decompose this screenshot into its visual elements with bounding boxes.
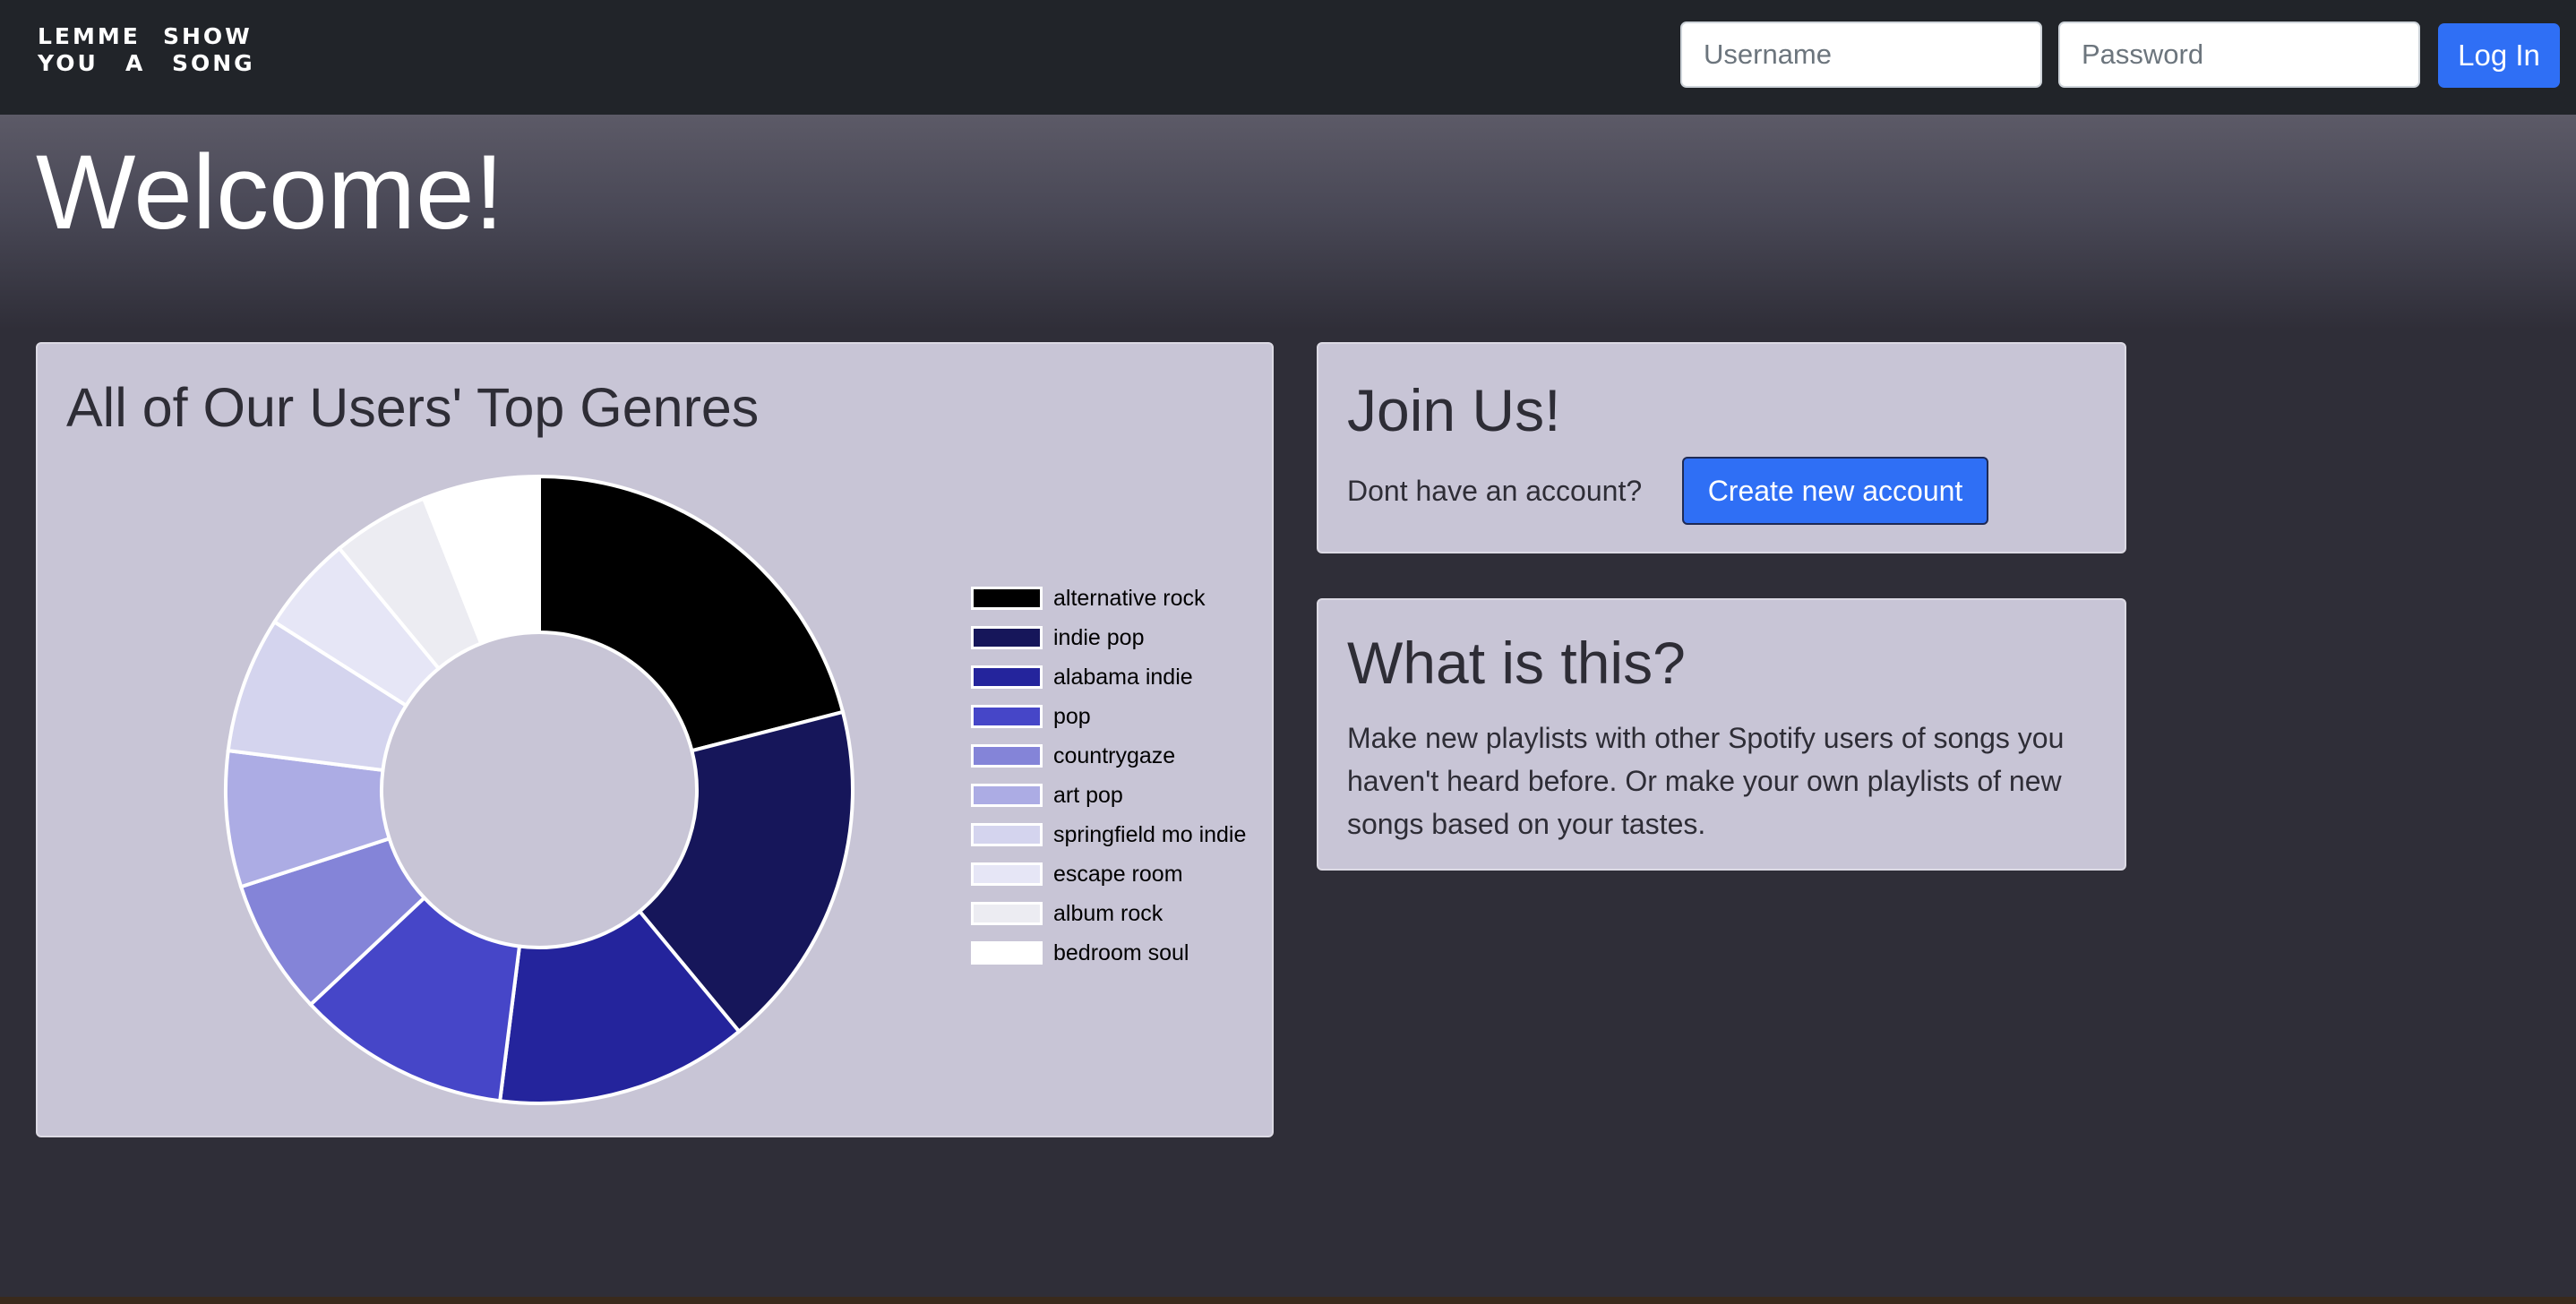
legend-swatch: [971, 902, 1043, 925]
brand-logo[interactable]: LEMME SHOW YOU A SONG: [38, 23, 255, 77]
join-card: Join Us! Dont have an account? Create ne…: [1317, 342, 2126, 553]
password-input[interactable]: [2058, 21, 2420, 88]
legend-item[interactable]: alabama indie: [971, 657, 1246, 697]
create-account-button[interactable]: Create new account: [1682, 457, 1988, 525]
legend-label: indie pop: [1053, 624, 1145, 650]
legend-label: alternative rock: [1053, 585, 1206, 611]
about-card-title: What is this?: [1347, 630, 1686, 696]
brand-word: SHOW: [163, 23, 253, 49]
chart-legend: alternative rock indie pop alabama indie po…: [971, 579, 1246, 973]
legend-swatch: [971, 784, 1043, 807]
legend-swatch: [971, 587, 1043, 610]
legend-swatch: [971, 705, 1043, 728]
join-card-title: Join Us!: [1347, 377, 1561, 443]
legend-item[interactable]: springfield mo indie: [971, 815, 1246, 854]
join-card-text: Dont have an account?: [1347, 475, 1643, 507]
genres-card: All of Our Users' Top Genres alternative…: [36, 342, 1274, 1137]
genres-card-title: All of Our Users' Top Genres: [66, 377, 760, 438]
legend-label: bedroom soul: [1053, 939, 1189, 965]
page-title: Welcome!: [36, 133, 504, 252]
legend-swatch: [971, 665, 1043, 689]
genres-donut-chart: [224, 474, 854, 1105]
brand-word: LEMME: [38, 23, 141, 49]
legend-item[interactable]: album rock: [971, 894, 1246, 933]
bottom-edge: [0, 1297, 2576, 1304]
legend-swatch: [971, 823, 1043, 846]
legend-label: springfield mo indie: [1053, 821, 1247, 847]
legend-swatch: [971, 862, 1043, 886]
navbar: LEMME SHOW YOU A SONG Log In: [0, 0, 2576, 115]
about-card: What is this? Make new playlists with ot…: [1317, 598, 2126, 871]
about-card-text: Make new playlists with other Spotify us…: [1347, 722, 2065, 840]
legend-item[interactable]: alternative rock: [971, 579, 1246, 618]
login-button[interactable]: Log In: [2438, 23, 2560, 88]
brand-word: A: [125, 50, 146, 76]
legend-label: album rock: [1053, 900, 1163, 926]
legend-item[interactable]: art pop: [971, 776, 1246, 815]
legend-swatch: [971, 626, 1043, 649]
legend-label: alabama indie: [1053, 664, 1193, 690]
username-input[interactable]: [1680, 21, 2042, 88]
legend-label: pop: [1053, 703, 1091, 729]
brand-word: SONG: [172, 50, 255, 76]
brand-word: YOU: [38, 50, 99, 76]
legend-item[interactable]: pop: [971, 697, 1246, 736]
legend-swatch: [971, 744, 1043, 768]
legend-swatch: [971, 941, 1043, 965]
legend-item[interactable]: indie pop: [971, 618, 1246, 657]
legend-label: countrygaze: [1053, 742, 1176, 768]
legend-label: escape room: [1053, 861, 1183, 887]
donut-slice-alternative-rock[interactable]: [537, 474, 846, 753]
legend-label: art pop: [1053, 782, 1123, 808]
legend-item[interactable]: countrygaze: [971, 736, 1246, 776]
legend-item[interactable]: bedroom soul: [971, 933, 1246, 973]
legend-item[interactable]: escape room: [971, 854, 1246, 894]
